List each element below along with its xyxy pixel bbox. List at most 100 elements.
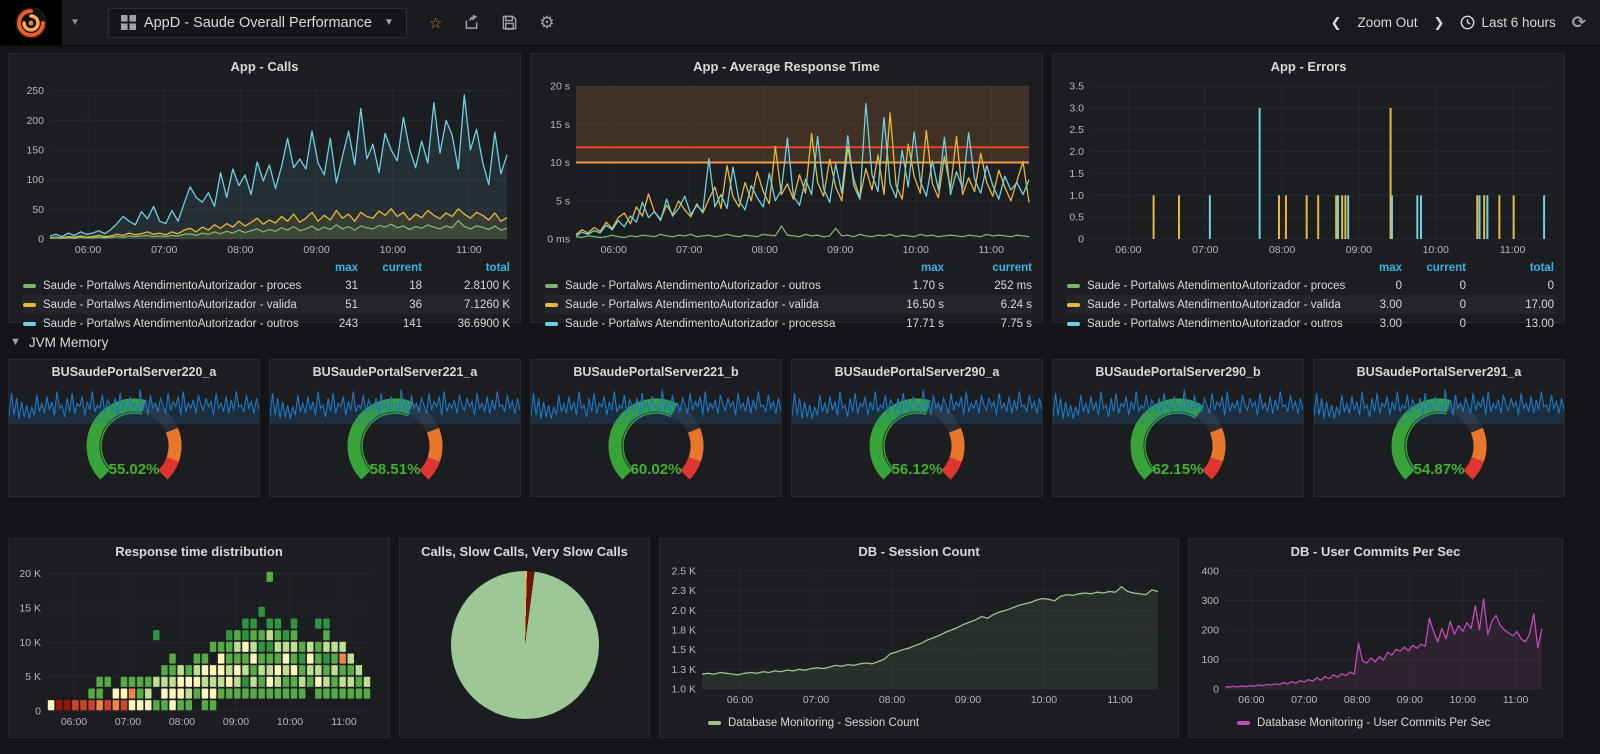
calls-pie-chart[interactable] bbox=[450, 571, 599, 719]
legend-header: max current total bbox=[1067, 259, 1554, 276]
svg-text:1.0: 1.0 bbox=[1069, 190, 1084, 202]
time-range-picker[interactable]: Last 6 hours bbox=[1460, 15, 1556, 30]
panel-title[interactable]: BUSaudePortalServer220_a bbox=[9, 360, 259, 384]
svg-text:15 s: 15 s bbox=[550, 119, 570, 131]
gear-icon[interactable]: ⚙ bbox=[539, 13, 554, 33]
legend-row[interactable]: Saude - Portalws AtendimentoAutorizador … bbox=[545, 276, 1032, 295]
legend-row[interactable]: Saude - Portalws AtendimentoAutorizador … bbox=[545, 314, 1032, 333]
legend-col-current[interactable]: current bbox=[358, 262, 422, 274]
time-shift-left-icon[interactable]: ❮ bbox=[1331, 15, 1342, 31]
panel-title[interactable]: Calls, Slow Calls, Very Slow Calls bbox=[400, 539, 649, 563]
legend-col-total[interactable]: total bbox=[1466, 262, 1554, 274]
legend-value: 13.00 bbox=[1525, 317, 1554, 330]
share-icon[interactable] bbox=[464, 15, 480, 30]
app-errors-chart[interactable]: 0 0.5 1.0 1.5 2.0 2.5 3.0 3.5 06:00 07:00 08:00 09:… bbox=[1058, 78, 1559, 259]
gauge-sparkline bbox=[531, 389, 781, 424]
svg-text:2.5 K: 2.5 K bbox=[671, 566, 696, 578]
panel-gauge-BUSaudePortalServer290_a: BUSaudePortalServer290_a 56.12% bbox=[791, 359, 1043, 497]
legend-swatch bbox=[708, 721, 721, 725]
legend-label: Saude - Portalws AtendimentoAutorizador … bbox=[565, 317, 836, 330]
legend-value: 17.71 s bbox=[906, 317, 944, 330]
time-shift-right-icon[interactable]: ❯ bbox=[1434, 15, 1445, 31]
clock-icon bbox=[1461, 15, 1475, 30]
panel-title[interactable]: App - Errors bbox=[1053, 54, 1564, 78]
panel-title[interactable]: Response time distribution bbox=[9, 539, 389, 563]
db-session-legend-item[interactable]: Database Monitoring - Session Count bbox=[660, 714, 1178, 732]
svg-text:10:00: 10:00 bbox=[1423, 244, 1449, 256]
svg-text:08:00: 08:00 bbox=[1344, 694, 1370, 706]
panel-title[interactable]: BUSaudePortalServer290_a bbox=[792, 360, 1042, 384]
legend-value: 7.1260 K bbox=[463, 298, 510, 311]
legend-value: 0 bbox=[1459, 279, 1466, 292]
panel-title[interactable]: BUSaudePortalServer221_b bbox=[531, 360, 781, 384]
dashboard-title-dropdown[interactable]: AppD - Saude Overall Performance ▼ bbox=[107, 7, 407, 38]
svg-text:20 s: 20 s bbox=[550, 81, 570, 93]
main-menu-caret[interactable]: ▼ bbox=[70, 17, 80, 28]
svg-text:200: 200 bbox=[26, 115, 44, 127]
legend-swatch bbox=[1067, 321, 1080, 326]
svg-text:09:00: 09:00 bbox=[1397, 694, 1423, 706]
panel-title[interactable]: BUSaudePortalServer291_a bbox=[1314, 360, 1564, 384]
response-time-heatmap[interactable]: 0 5 K 10 K 15 K 20 K 06:00 07:00 08:00 09:00 10:0… bbox=[9, 563, 377, 733]
legend-label: Saude - Portalws AtendimentoAutorizador … bbox=[1087, 317, 1343, 330]
panel-app-errors: App - Errors 0 0.5 1.0 1.5 2.0 2.5 3.0 3.5 06:00… bbox=[1052, 53, 1565, 330]
legend-value: 7.75 s bbox=[1000, 317, 1032, 330]
refresh-icon[interactable]: ⟳ bbox=[1572, 13, 1586, 33]
svg-text:5 K: 5 K bbox=[25, 671, 41, 683]
legend-value: 0 bbox=[1459, 298, 1466, 311]
legend-value: 16.50 s bbox=[906, 298, 944, 311]
zoom-out-button[interactable]: Zoom Out bbox=[1358, 15, 1418, 30]
svg-text:10 K: 10 K bbox=[19, 637, 41, 649]
star-icon[interactable]: ☆ bbox=[429, 14, 442, 32]
panel-title[interactable]: App - Average Response Time bbox=[531, 54, 1042, 78]
gauge-value: 55.02% bbox=[109, 461, 160, 478]
legend-value: 243 bbox=[338, 317, 358, 330]
legend-col-current[interactable]: current bbox=[1402, 262, 1466, 274]
legend-row[interactable]: Saude - Portalws AtendimentoAutorizador … bbox=[545, 295, 1032, 314]
legend-col-max[interactable]: max bbox=[880, 262, 944, 274]
svg-text:07:00: 07:00 bbox=[151, 244, 177, 256]
db-user-commits-chart[interactable]: 0 100 200 300 400 06:00 07:00 08:00 09:00 10:00 11… bbox=[1189, 563, 1550, 709]
legend-col-max[interactable]: max bbox=[302, 262, 358, 274]
save-icon[interactable] bbox=[502, 15, 517, 30]
svg-text:150: 150 bbox=[26, 145, 44, 157]
panel-title[interactable]: BUSaudePortalServer290_b bbox=[1053, 360, 1303, 384]
panel-title[interactable]: App - Calls bbox=[9, 54, 520, 78]
top-navbar: ▼ AppD - Saude Overall Performance ▼ ☆ ⚙… bbox=[0, 0, 1600, 46]
svg-text:100: 100 bbox=[26, 174, 44, 186]
panel-title[interactable]: DB - User Commits Per Sec bbox=[1189, 539, 1562, 563]
db-session-count-chart[interactable]: 1.0 K 1.3 K 1.5 K 1.8 K 2.0 K 2.3 K 2.5 K 06:00… bbox=[660, 563, 1166, 709]
legend-row[interactable]: Saude - Portalws AtendimentoAutorizador … bbox=[23, 276, 510, 295]
grafana-logo[interactable] bbox=[0, 0, 62, 45]
gauge-sparkline bbox=[1053, 389, 1303, 424]
panel-title[interactable]: DB - Session Count bbox=[660, 539, 1178, 563]
legend-row[interactable]: Saude - Portalws AtendimentoAutorizador … bbox=[23, 295, 510, 314]
gauge-value: 56.12% bbox=[892, 461, 943, 478]
panel-gauge-BUSaudePortalServer220_a: BUSaudePortalServer220_a 55.02% bbox=[8, 359, 260, 497]
legend-label: Saude - Portalws AtendimentoAutorizador … bbox=[43, 298, 297, 311]
svg-text:2.0 K: 2.0 K bbox=[671, 605, 696, 617]
db-commits-legend-item[interactable]: Database Monitoring - User Commits Per S… bbox=[1189, 714, 1562, 732]
panel-gauge-BUSaudePortalServer221_b: BUSaudePortalServer221_b 60.02% bbox=[530, 359, 782, 497]
gauge-value: 62.15% bbox=[1153, 461, 1204, 478]
legend-row[interactable]: Saude - Portalws AtendimentoAutorizador … bbox=[1067, 314, 1554, 333]
svg-text:06:00: 06:00 bbox=[601, 244, 627, 256]
legend-header: max current bbox=[545, 259, 1032, 276]
app-response-time-legend: max current Saude - Portalws AtendimentoAu… bbox=[531, 259, 1042, 333]
legend-row[interactable]: Saude - Portalws AtendimentoAutorizador … bbox=[23, 314, 510, 333]
legend-row[interactable]: Saude - Portalws AtendimentoAutorizador … bbox=[1067, 295, 1554, 314]
app-calls-chart[interactable]: 0 50 100 150 200 250 06:00 07:00 08:00 09:00 10:00… bbox=[14, 78, 515, 259]
legend-row[interactable]: Saude - Portalws AtendimentoAutorizador … bbox=[1067, 276, 1554, 295]
legend-col-max[interactable]: max bbox=[1346, 262, 1402, 274]
svg-text:11:00: 11:00 bbox=[331, 716, 357, 728]
app-response-time-chart[interactable]: 0 ms 5 s 10 s 15 s 20 s 06:00 07:00 08:00 09:00 1… bbox=[536, 78, 1037, 259]
legend-value: 1.70 s bbox=[912, 279, 944, 292]
panel-response-time-distribution: Response time distribution 0 5 K 10 K 15 K 2… bbox=[8, 538, 390, 738]
svg-text:11:00: 11:00 bbox=[1503, 694, 1529, 706]
legend-col-total[interactable]: total bbox=[422, 262, 510, 274]
legend-col-current[interactable]: current bbox=[944, 262, 1032, 274]
panel-title[interactable]: BUSaudePortalServer221_a bbox=[270, 360, 520, 384]
gauge-value: 54.87% bbox=[1414, 461, 1465, 478]
svg-text:09:00: 09:00 bbox=[223, 716, 249, 728]
svg-text:07:00: 07:00 bbox=[1192, 244, 1218, 256]
